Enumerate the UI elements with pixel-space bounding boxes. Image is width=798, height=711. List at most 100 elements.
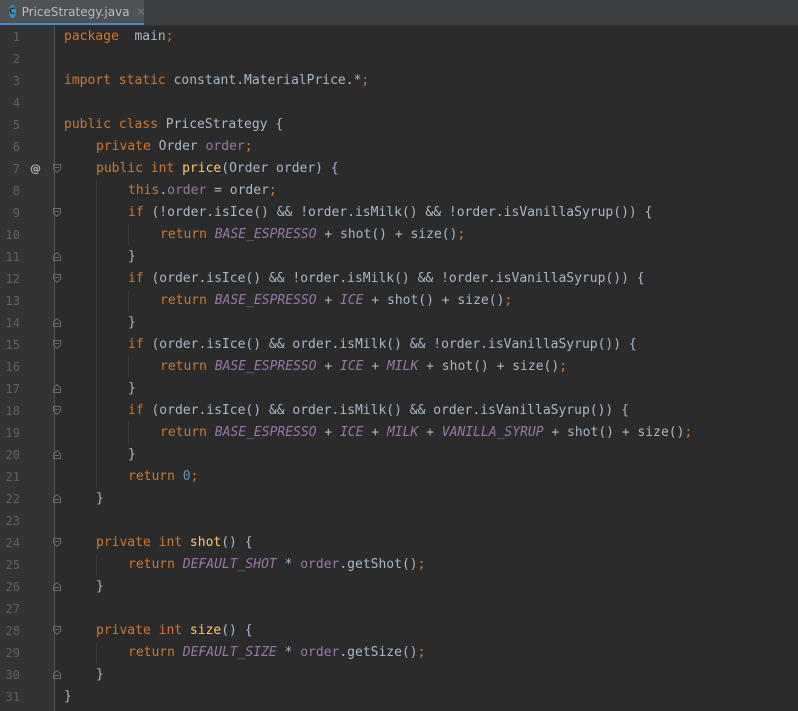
line-number[interactable]: 4 <box>0 92 20 114</box>
fold-close-icon[interactable] <box>53 252 61 261</box>
code-line[interactable]: 18 if (order.isIce() && order.isMilk() &&… <box>0 400 798 422</box>
code-line[interactable]: 24 private int shot() { <box>0 532 798 554</box>
line-number[interactable]: 15 <box>0 334 20 356</box>
code-text: return BASE_ESPRESSO + shot() + size(); <box>160 224 465 246</box>
token-const: ICE <box>340 425 364 440</box>
line-number[interactable]: 16 <box>0 356 20 378</box>
code-line[interactable]: 5 public class PriceStrategy { <box>0 114 798 136</box>
line-number[interactable]: 3 <box>0 70 20 92</box>
line-number[interactable]: 10 <box>0 224 20 246</box>
tab-price-strategy[interactable]: C PriceStrategy.java × <box>0 0 146 25</box>
code-line[interactable]: 12 if (order.isIce() && !order.isMilk() &… <box>0 268 798 290</box>
fold-close-icon[interactable] <box>53 450 61 459</box>
line-number[interactable]: 2 <box>0 48 20 70</box>
line-number[interactable]: 28 <box>0 620 20 642</box>
code-line[interactable]: 19 return BASE_ESPRESSO + ICE + MILK + VA… <box>0 422 798 444</box>
code-line[interactable]: 27 <box>0 598 798 620</box>
code-editor[interactable]: 1 package main; 2 3 import static constant.M… <box>0 26 798 711</box>
code-text: return 0; <box>128 466 198 488</box>
line-number[interactable]: 13 <box>0 290 20 312</box>
line-number[interactable]: 21 <box>0 466 20 488</box>
line-number[interactable]: 14 <box>0 312 20 334</box>
fold-open-icon[interactable] <box>53 538 61 547</box>
close-tab-icon[interactable]: × <box>137 5 146 18</box>
fold-close-icon[interactable] <box>53 384 61 393</box>
line-number[interactable]: 30 <box>0 664 20 686</box>
token-text: (Order order) { <box>221 161 339 176</box>
code-line[interactable]: 15 if (order.isIce() && order.isMilk() &&… <box>0 334 798 356</box>
indent-guide <box>96 554 97 576</box>
fold-open-icon[interactable] <box>53 340 61 349</box>
indent-guide <box>96 422 97 444</box>
line-number[interactable]: 8 <box>0 180 20 202</box>
code-line[interactable]: 21 return 0; <box>0 466 798 488</box>
line-number[interactable]: 29 <box>0 642 20 664</box>
code-line[interactable]: 31} <box>0 686 798 708</box>
line-number[interactable]: 5 <box>0 114 20 136</box>
code-line[interactable]: 17} <box>0 378 798 400</box>
line-number[interactable]: 31 <box>0 686 20 708</box>
code-line[interactable]: 6 private Order order; <box>0 136 798 158</box>
code-line[interactable]: 10 return BASE_ESPRESSO + shot() + size()… <box>0 224 798 246</box>
line-number[interactable]: 22 <box>0 488 20 510</box>
line-number[interactable]: 11 <box>0 246 20 268</box>
fold-close-icon[interactable] <box>53 582 61 591</box>
line-number[interactable]: 24 <box>0 532 20 554</box>
line-number[interactable]: 20 <box>0 444 20 466</box>
line-number[interactable]: 7 <box>0 158 20 180</box>
code-text: if (order.isIce() && order.isMilk() && !… <box>128 334 637 356</box>
code-line[interactable]: 4 <box>0 92 798 114</box>
fold-open-icon[interactable] <box>53 208 61 217</box>
code-line[interactable]: 26} <box>0 576 798 598</box>
token-text: PriceStrategy { <box>157 117 284 132</box>
fold-open-icon[interactable] <box>53 626 61 635</box>
token-text: constant.MaterialPrice.* <box>165 73 362 88</box>
code-line[interactable]: 25 return DEFAULT_SHOT * order.getShot(); <box>0 554 798 576</box>
override-marker-icon[interactable]: @ <box>30 158 41 180</box>
code-text: } <box>128 246 136 268</box>
indent-guide <box>96 378 97 400</box>
code-line[interactable]: 8 this.order = order; <box>0 180 798 202</box>
code-line[interactable]: 14} <box>0 312 798 334</box>
line-number[interactable]: 1 <box>0 26 20 48</box>
line-number[interactable]: 25 <box>0 554 20 576</box>
code-line[interactable]: 9 if (!order.isIce() && !order.isMilk() &… <box>0 202 798 224</box>
code-line[interactable]: 3 import static constant.MaterialPrice.*; <box>0 70 798 92</box>
token-text: + <box>363 425 387 440</box>
line-number[interactable]: 18 <box>0 400 20 422</box>
line-number[interactable]: 9 <box>0 202 20 224</box>
fold-open-icon[interactable] <box>53 274 61 283</box>
line-number[interactable]: 26 <box>0 576 20 598</box>
code-line[interactable]: 29 return DEFAULT_SIZE * order.getSize(); <box>0 642 798 664</box>
line-number[interactable]: 19 <box>0 422 20 444</box>
code-line[interactable]: 28 private int size() { <box>0 620 798 642</box>
code-line[interactable]: 2 <box>0 48 798 70</box>
code-line[interactable]: 23 <box>0 510 798 532</box>
token-text: main <box>118 29 166 44</box>
fold-open-icon[interactable] <box>53 406 61 415</box>
fold-close-icon[interactable] <box>53 318 61 327</box>
line-number[interactable]: 6 <box>0 136 20 158</box>
fold-close-icon[interactable] <box>53 670 61 679</box>
code-line[interactable]: 30} <box>0 664 798 686</box>
fold-open-icon[interactable] <box>53 164 61 173</box>
token-const: BASE_ESPRESSO <box>214 293 317 308</box>
code-line[interactable]: 16 return BASE_ESPRESSO + ICE + MILK + sh… <box>0 356 798 378</box>
line-number[interactable]: 17 <box>0 378 20 400</box>
token-sym: ; <box>417 645 426 660</box>
code-line[interactable]: 13 return BASE_ESPRESSO + ICE + shot() + … <box>0 290 798 312</box>
code-line[interactable]: 11} <box>0 246 798 268</box>
token-kw: import static <box>64 73 166 88</box>
code-line[interactable]: 20} <box>0 444 798 466</box>
line-number[interactable]: 12 <box>0 268 20 290</box>
token-const: VANILLA_SYRUP <box>441 425 544 440</box>
code-line[interactable]: 1 package main; <box>0 26 798 48</box>
code-line[interactable]: 7 @ public int price(Order order) { <box>0 158 798 180</box>
fold-close-icon[interactable] <box>53 494 61 503</box>
token-text: = order <box>206 183 269 198</box>
code-line[interactable]: 22} <box>0 488 798 510</box>
line-number[interactable]: 23 <box>0 510 20 532</box>
line-number[interactable]: 27 <box>0 598 20 620</box>
code-text: public class PriceStrategy { <box>64 114 283 136</box>
